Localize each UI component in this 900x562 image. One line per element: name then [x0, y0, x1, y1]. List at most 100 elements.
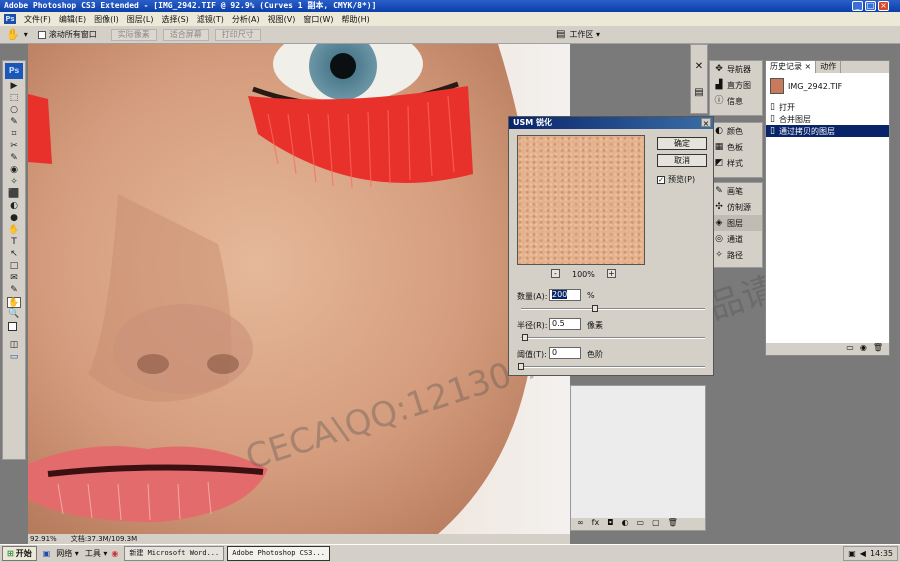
checkbox-box[interactable] — [37, 30, 46, 39]
panel-swatches[interactable]: ▦ 色板 — [710, 139, 762, 155]
menu-edit[interactable]: 编辑(E) — [59, 14, 86, 25]
threshold-slider-track[interactable] — [521, 366, 705, 368]
trash-icon[interactable]: 🗑 — [668, 518, 678, 530]
new-layer-icon[interactable]: ▢ — [652, 518, 660, 530]
history-step[interactable]: ▯ 合并图层 — [766, 113, 889, 125]
slice-tool-icon[interactable]: ✂ — [7, 141, 21, 152]
history-step-active[interactable]: ▯ 通过拷贝的图层 — [766, 125, 889, 137]
actual-pixels-button[interactable]: 实际像素 — [110, 28, 157, 41]
menu-analysis[interactable]: 分析(A) — [232, 14, 260, 25]
brush-tool-icon[interactable]: ◉ — [7, 165, 21, 176]
menu-layer[interactable]: 图层(L) — [127, 14, 154, 25]
hand-tool-icon[interactable]: ✋ — [7, 297, 21, 308]
panel-brushes[interactable]: ✎ 画笔 — [710, 183, 762, 199]
panel-color[interactable]: ◐ 颜色 — [710, 123, 762, 139]
clone-stamp-tool-icon[interactable]: ✧ — [7, 177, 21, 188]
type-tool-icon[interactable]: T — [7, 237, 21, 248]
adjustment-layer-icon[interactable]: ◐ — [622, 518, 629, 530]
path-selection-tool-icon[interactable]: ↖ — [7, 249, 21, 260]
gradient-tool-icon[interactable]: ◐ — [7, 201, 21, 212]
network-icon[interactable]: ▣ — [848, 547, 856, 560]
color-swatches[interactable] — [7, 321, 21, 339]
new-document-icon[interactable]: ▭ — [846, 343, 854, 355]
panel-paths[interactable]: ✧ 路径 — [710, 247, 762, 263]
radius-slider-track[interactable] — [521, 337, 705, 339]
menu-view[interactable]: 视图(V) — [268, 14, 296, 25]
minimize-button[interactable]: _ — [852, 1, 863, 11]
trash-icon[interactable]: 🗑 — [873, 343, 883, 355]
menu-file[interactable]: 文件(F) — [24, 14, 51, 25]
radius-slider-thumb[interactable] — [521, 334, 528, 341]
quick-network[interactable]: 网络 ▾ — [56, 548, 79, 559]
layer-mask-icon[interactable]: ◘ — [607, 518, 613, 530]
dodge-tool-icon[interactable]: ● — [7, 213, 21, 224]
layer-comps-icon[interactable]: ▤ — [693, 87, 705, 99]
history-snapshot[interactable]: IMG_2942.TIF — [766, 75, 889, 97]
task-photoshop[interactable]: Adobe Photoshop CS3... — [227, 546, 330, 561]
cancel-button[interactable]: 取消 — [657, 154, 707, 167]
menu-help[interactable]: 帮助(H) — [342, 14, 370, 25]
menu-image[interactable]: 图像(I) — [94, 14, 119, 25]
panel-styles[interactable]: ◩ 样式 — [710, 155, 762, 171]
print-size-button[interactable]: 打印尺寸 — [214, 28, 261, 41]
panel-layers[interactable]: ◈ 图层 — [710, 215, 762, 231]
start-button[interactable]: ⊞ 开始 — [2, 546, 37, 561]
menu-select[interactable]: 选择(S) — [161, 14, 188, 25]
crop-tool-icon[interactable]: ⌗ — [7, 129, 21, 140]
workspace-menu[interactable]: 工作区 ▾ — [569, 29, 600, 40]
quick-mask-icon[interactable]: ◫ — [7, 340, 21, 351]
panel-info[interactable]: ⓘ 信息 — [710, 93, 762, 109]
magic-wand-tool-icon[interactable]: ✎ — [7, 117, 21, 128]
panel-clone-source[interactable]: ✣ 仿制源 — [710, 199, 762, 215]
zoom-out-button[interactable]: - — [551, 269, 560, 278]
browser-icon[interactable]: ◉ — [111, 549, 118, 558]
checkbox-checked-icon[interactable]: ✓ — [657, 175, 665, 184]
group-icon[interactable]: ▭ — [637, 518, 645, 530]
tool-presets-icon[interactable]: ✕ — [693, 61, 705, 73]
panel-channels[interactable]: ◎ 通道 — [710, 231, 762, 247]
hand-tool-icon[interactable]: ✋ — [6, 28, 20, 41]
threshold-slider-thumb[interactable] — [518, 363, 524, 370]
amount-slider-thumb[interactable] — [591, 305, 598, 312]
panel-histogram[interactable]: ▟ 直方图 — [710, 77, 762, 93]
history-step[interactable]: ▯ 打开 — [766, 101, 889, 113]
tool-preset-dropdown-icon[interactable]: ▾ — [24, 30, 28, 39]
foreground-color-swatch[interactable] — [8, 322, 17, 331]
amount-slider-track[interactable] — [521, 308, 705, 310]
preview-checkbox[interactable]: ✓ 预览(P) — [657, 174, 695, 185]
menu-filter[interactable]: 滤镜(T) — [197, 14, 224, 25]
radius-input[interactable]: 0.5 — [549, 318, 581, 330]
zoom-tool-icon[interactable]: 🔍 — [7, 309, 21, 320]
amount-input[interactable]: 200 — [549, 289, 581, 301]
desktop-icon[interactable]: ▣ — [43, 549, 51, 558]
marquee-tool-icon[interactable]: ⬚ — [7, 93, 21, 104]
snapshot-camera-icon[interactable]: ◉ — [860, 343, 867, 355]
ok-button[interactable]: 确定 — [657, 137, 707, 150]
tab-history[interactable]: 历史记录 × — [766, 61, 817, 73]
lasso-tool-icon[interactable]: ○ — [7, 105, 21, 116]
layer-style-icon[interactable]: fx — [592, 518, 600, 530]
eraser-tool-icon[interactable]: ⬛ — [7, 189, 21, 200]
close-icon[interactable]: × — [701, 118, 711, 128]
threshold-input[interactable]: 0 — [549, 347, 581, 359]
volume-icon[interactable]: ◀ — [860, 547, 866, 560]
preview-image[interactable] — [517, 135, 645, 265]
maximize-button[interactable]: □ — [865, 1, 876, 11]
move-tool-icon[interactable]: ▶ — [7, 81, 21, 92]
tab-actions[interactable]: 动作 — [816, 61, 842, 73]
eyedropper-tool-icon[interactable]: ✎ — [7, 285, 21, 296]
close-button[interactable]: × — [878, 1, 889, 11]
healing-brush-tool-icon[interactable]: ✎ — [7, 153, 21, 164]
scroll-all-windows-checkbox[interactable]: 滚动所有窗口 — [37, 29, 97, 40]
shape-tool-icon[interactable]: □ — [7, 261, 21, 272]
fit-screen-button[interactable]: 适合屏幕 — [162, 28, 209, 41]
menu-window[interactable]: 窗口(W) — [303, 14, 333, 25]
panel-navigator[interactable]: ✥ 导航器 — [710, 61, 762, 77]
zoom-in-button[interactable]: + — [607, 269, 616, 278]
screen-mode-icon[interactable]: ▭ — [7, 352, 21, 363]
task-word[interactable]: 新建 Microsoft Word... — [124, 546, 225, 561]
zoom-readout[interactable]: 92.91% — [30, 534, 57, 544]
palette-well-icon[interactable]: ▤ — [556, 29, 565, 40]
pen-tool-icon[interactable]: ✋ — [7, 225, 21, 236]
link-layers-icon[interactable]: ∞ — [577, 518, 584, 530]
